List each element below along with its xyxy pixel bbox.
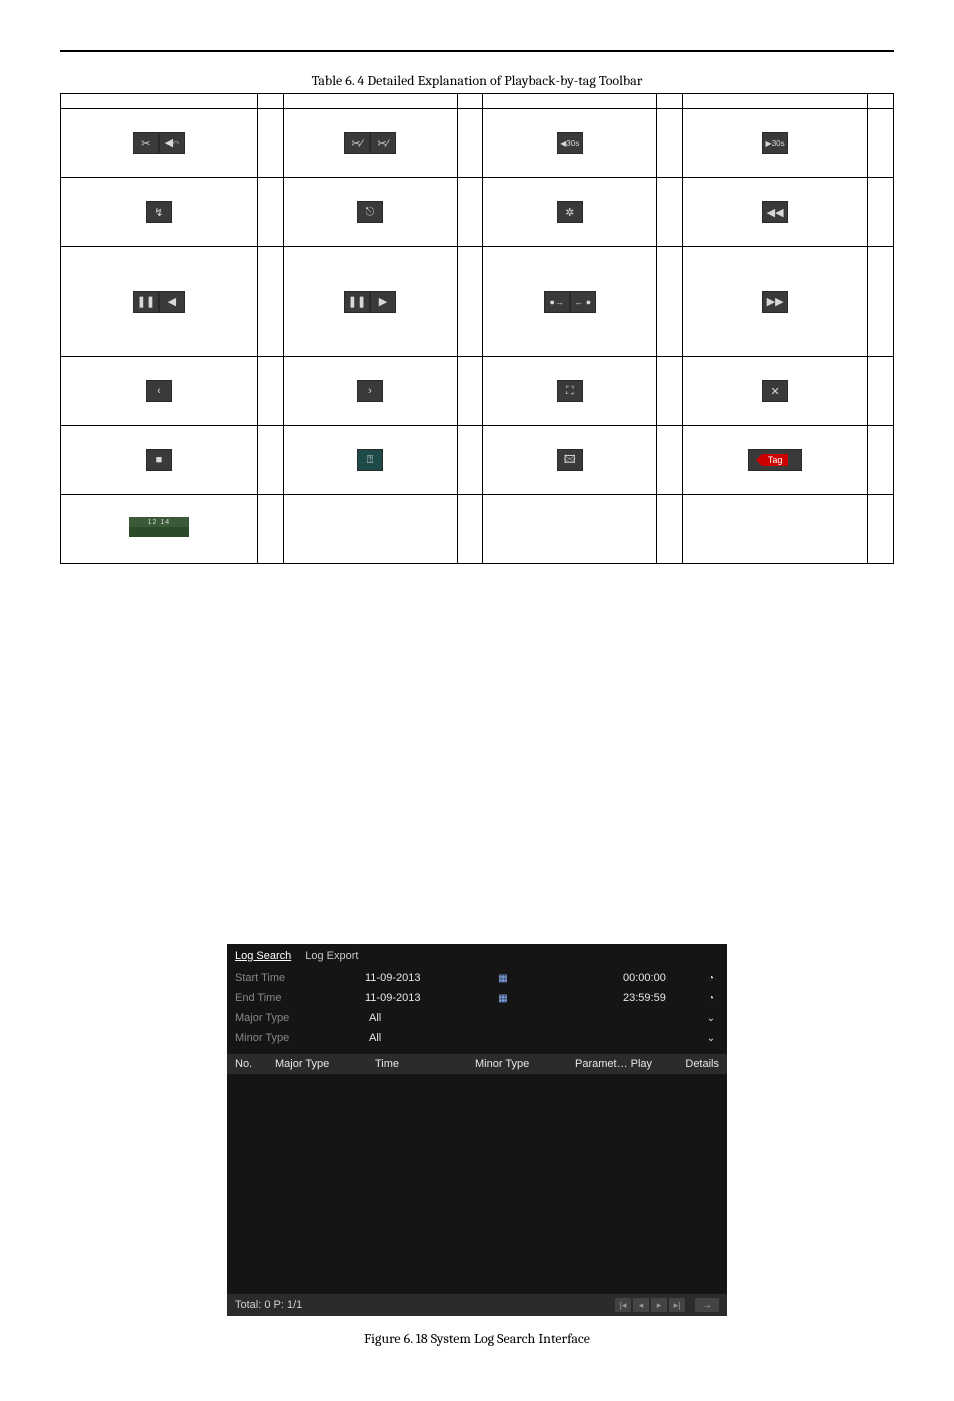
calendar-icon-2[interactable]: ▦ <box>495 991 511 1005</box>
prev-icon[interactable]: ‹ <box>146 380 172 402</box>
exit-icon[interactable]: ⎋ <box>357 201 383 223</box>
log-tabs: Log Search Log Export <box>227 944 727 966</box>
major-type-select[interactable]: All <box>365 1012 703 1024</box>
col-param: Paramet… Play <box>575 1058 665 1070</box>
pause-revplay-pair: ❚❚◀ <box>133 291 185 309</box>
end-time-field[interactable]: 23:59:59 <box>623 992 703 1004</box>
clip-end-icon[interactable]: ✂⁄ <box>370 132 396 154</box>
event-icon[interactable]: ↯ <box>146 201 172 223</box>
end-date-field[interactable]: 11-09-2013 <box>365 992 495 1004</box>
clip-start-icon[interactable]: ✂⁄ <box>344 132 370 154</box>
settings-icon[interactable]: ✲ <box>557 201 583 223</box>
step-fwd-icon[interactable]: ●→ <box>544 291 570 313</box>
tag-button[interactable]: Tag <box>748 449 802 471</box>
page-rule <box>60 50 894 52</box>
audio-icon[interactable]: ◀𝄐 <box>159 132 185 154</box>
pause-icon[interactable]: ❚❚ <box>133 291 159 313</box>
fast-fwd-icon[interactable]: ▶▶ <box>762 291 788 313</box>
clip-start-end-pair: ✂⁄✂⁄ <box>344 133 396 151</box>
back-30s-icon[interactable]: ◀30s <box>557 132 583 154</box>
page-next[interactable]: ▸ <box>651 1298 667 1312</box>
digital-zoom-icon[interactable]: ⍰ <box>357 449 383 471</box>
figure-caption: Figure 6. 18 System Log Search Interface <box>60 1330 894 1347</box>
start-time-field[interactable]: 00:00:00 <box>623 972 703 984</box>
log-search-panel: Log Search Log Export Start Time 11-09-2… <box>227 944 727 1316</box>
reverse-play-icon[interactable]: ◀ <box>159 291 185 313</box>
fullscreen-icon[interactable]: ⛶ <box>557 380 583 402</box>
step-pair: ●→← ● <box>544 291 596 309</box>
col-time: Time <box>375 1058 475 1070</box>
page-go[interactable]: → <box>695 1298 719 1312</box>
pager: |◂ ◂ ▸ ▸| <box>615 1298 685 1312</box>
page-last[interactable]: ▸| <box>669 1298 685 1312</box>
total-label: Total: 0 P: 1/1 <box>235 1299 302 1311</box>
tab-log-export[interactable]: Log Export <box>305 950 358 962</box>
clip-icon[interactable]: ✂ <box>133 132 159 154</box>
chevron-down-icon[interactable]: ⌄ <box>703 1011 719 1025</box>
minor-type-label: Minor Type <box>235 1032 365 1044</box>
start-date-field[interactable]: 11-09-2013 <box>365 972 495 984</box>
calendar-icon[interactable]: ▦ <box>495 971 511 985</box>
close-icon[interactable]: ✕ <box>762 380 788 402</box>
clock-icon[interactable]: ◔ <box>703 971 719 985</box>
clock-icon-2[interactable]: ◔ <box>703 991 719 1005</box>
page-first[interactable]: |◂ <box>615 1298 631 1312</box>
log-table-header: No. Major Type Time Minor Type Paramet… … <box>227 1054 727 1074</box>
col-minor: Minor Type <box>475 1058 575 1070</box>
tab-log-search[interactable]: Log Search <box>235 950 291 962</box>
next-icon[interactable]: › <box>357 380 383 402</box>
clip-audio-pair: ✂◀𝄐 <box>133 133 185 151</box>
page-prev[interactable]: ◂ <box>633 1298 649 1312</box>
fwd-30s-icon[interactable]: ▶30s <box>762 132 788 154</box>
pause-play-pair: ❚❚▶ <box>344 291 396 309</box>
capture-icon[interactable]: 🖾 <box>557 449 583 471</box>
play-icon[interactable]: ▶ <box>370 291 396 313</box>
start-time-label: Start Time <box>235 972 365 984</box>
col-details: Details <box>665 1058 719 1070</box>
col-no: No. <box>235 1058 275 1070</box>
minor-type-select[interactable]: All <box>365 1032 703 1044</box>
end-time-label: End Time <box>235 992 365 1004</box>
major-type-label: Major Type <box>235 1012 365 1024</box>
log-table-body <box>227 1074 727 1294</box>
tag-label: Tag <box>762 454 789 466</box>
timeline-bar[interactable] <box>129 517 189 537</box>
stop-icon[interactable]: ■ <box>146 449 172 471</box>
log-footer: Total: 0 P: 1/1 |◂ ◂ ▸ ▸| → <box>227 1294 727 1316</box>
chevron-down-icon-2[interactable]: ⌄ <box>703 1031 719 1045</box>
col-major: Major Type <box>275 1058 375 1070</box>
rewind-icon[interactable]: ◀◀ <box>762 201 788 223</box>
table-caption: Table 6. 4 Detailed Explanation of Playb… <box>60 72 894 89</box>
step-back-icon[interactable]: ← ● <box>570 291 596 313</box>
pause-icon-2[interactable]: ❚❚ <box>344 291 370 313</box>
toolbar-table: ✂◀𝄐 ✂⁄✂⁄ ◀30s ▶30s ↯ ⎋ ✲ ◀◀ <box>60 93 894 564</box>
